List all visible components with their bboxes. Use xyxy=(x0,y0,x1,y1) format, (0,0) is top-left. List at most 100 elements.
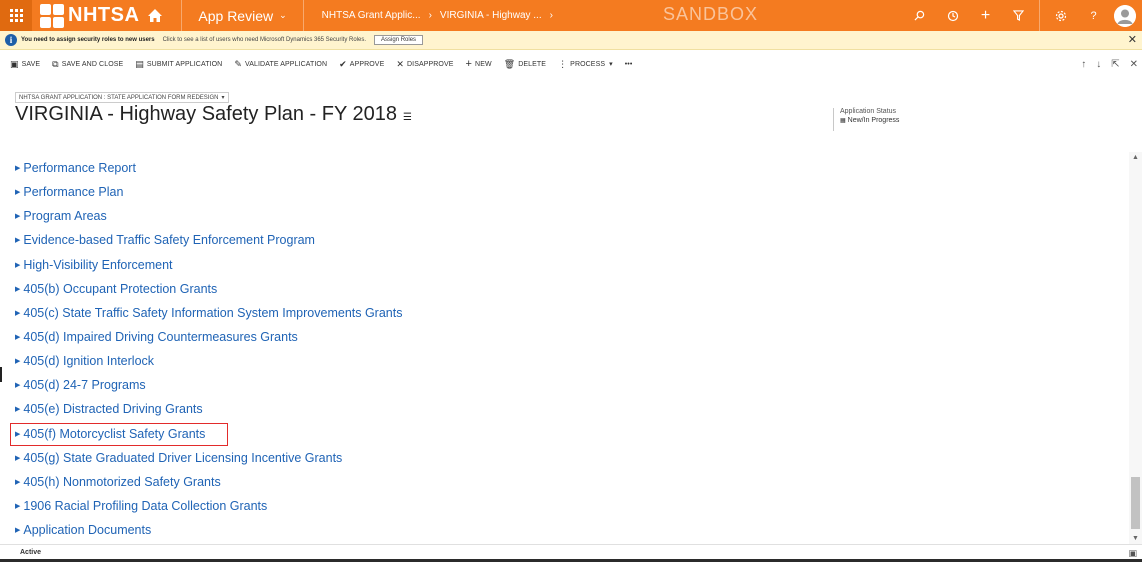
plus-icon[interactable]: + xyxy=(969,0,1002,31)
validate-icon: ✎ xyxy=(234,58,242,69)
record-title-text: VIRGINIA - Highway Safety Plan - FY 2018 xyxy=(15,103,398,125)
section-label: 405(c) State Traffic Safety Information … xyxy=(23,305,403,320)
notification-title: You need to assign security roles to new… xyxy=(21,37,155,43)
section-label: Program Areas xyxy=(23,209,107,224)
pop-out-icon[interactable]: ⇱ xyxy=(1111,59,1119,70)
highlight-box xyxy=(10,422,228,446)
validate-application-button[interactable]: ✎ VALIDATE APPLICATION xyxy=(234,59,327,70)
section-application-documents[interactable]: ▶ Application Documents xyxy=(15,518,1115,542)
chevron-right-icon: › xyxy=(549,10,553,21)
expand-triangle-icon: ▶ xyxy=(15,189,21,197)
save-label: SAVE xyxy=(21,60,41,68)
section-list: ▶ Performance Report ▶ Performance Plan … xyxy=(10,156,1115,542)
save-button[interactable]: ▣ SAVE xyxy=(10,59,40,70)
disapprove-icon: ✕ xyxy=(396,58,404,69)
section-1906[interactable]: ▶ 1906 Racial Profiling Data Collection … xyxy=(15,494,1115,518)
breadcrumb: NHTSA Grant Applic... › VIRGINIA - Highw… xyxy=(314,10,561,21)
chevron-down-icon: ⌄ xyxy=(279,10,287,20)
section-label: Evidence-based Traffic Safety Enforcemen… xyxy=(23,233,315,248)
expand-triangle-icon: ▶ xyxy=(15,285,21,293)
vertical-scrollbar[interactable]: ▲ ▼ xyxy=(1129,152,1142,544)
form-selector-label: NHTSA GRANT APPLICATION : STATE APPLICAT… xyxy=(19,94,219,101)
approve-button[interactable]: ✔ APPROVE xyxy=(339,59,384,70)
save-icon: ▣ xyxy=(10,58,19,69)
notification-bar: i You need to assign security roles to n… xyxy=(0,31,1142,50)
chevron-right-icon: › xyxy=(428,10,432,21)
section-405b[interactable]: ▶ 405(b) Occupant Protection Grants xyxy=(15,277,1115,301)
section-405h[interactable]: ▶ 405(h) Nonmotorized Safety Grants xyxy=(15,470,1115,494)
new-button[interactable]: + NEW xyxy=(466,58,492,70)
expand-triangle-icon: ▶ xyxy=(15,382,21,390)
close-icon[interactable]: ✕ xyxy=(1130,59,1138,70)
environment-label: SANDBOX xyxy=(663,4,759,24)
status-value: ▦ New/In Progress xyxy=(840,117,899,124)
section-405c[interactable]: ▶ 405(c) State Traffic Safety Informatio… xyxy=(15,301,1115,325)
section-performance-report[interactable]: ▶ Performance Report xyxy=(15,156,1115,180)
section-label: Performance Plan xyxy=(23,185,124,200)
section-evidence-based-enforcement[interactable]: ▶ Evidence-based Traffic Safety Enforcem… xyxy=(15,228,1115,252)
section-label: Performance Report xyxy=(23,161,136,176)
section-label: 405(g) State Graduated Driver Licensing … xyxy=(23,450,343,465)
disapprove-label: DISAPPROVE xyxy=(407,60,454,68)
approve-icon: ✔ xyxy=(339,58,347,69)
arrow-down-icon[interactable]: ↓ xyxy=(1096,59,1101,70)
cursor-marker xyxy=(0,367,2,382)
trash-icon: 🗑 xyxy=(503,58,516,69)
save-icon[interactable]: ▣ xyxy=(1128,548,1137,559)
notification-detail[interactable]: Click to see a list of users who need Mi… xyxy=(163,37,366,43)
record-status: Active xyxy=(20,549,42,556)
submit-application-button[interactable]: ▤ SUBMIT APPLICATION xyxy=(135,59,222,70)
process-icon: ⋮ xyxy=(558,58,568,69)
recent-icon[interactable] xyxy=(936,0,969,31)
close-icon[interactable]: ✕ xyxy=(1128,33,1137,46)
submit-icon: ▤ xyxy=(135,58,144,69)
process-button[interactable]: ⋮ PROCESS ▾ xyxy=(558,59,613,70)
section-405d-ignition[interactable]: ▶ 405(d) Ignition Interlock xyxy=(15,349,1115,373)
expand-triangle-icon: ▶ xyxy=(15,165,21,173)
filter-icon[interactable] xyxy=(1002,0,1035,31)
breadcrumb-record[interactable]: VIRGINIA - Highway ... xyxy=(440,10,542,21)
scroll-up-icon[interactable]: ▲ xyxy=(1132,154,1139,161)
section-405g[interactable]: ▶ 405(g) State Graduated Driver Licensin… xyxy=(15,446,1115,470)
section-label: Application Documents xyxy=(23,523,152,538)
title-menu-icon[interactable]: ☰ xyxy=(403,112,412,123)
avatar[interactable] xyxy=(1114,4,1136,27)
section-high-visibility-enforcement[interactable]: ▶ High-Visibility Enforcement xyxy=(15,253,1115,277)
section-performance-plan[interactable]: ▶ Performance Plan xyxy=(15,180,1115,204)
search-icon[interactable] xyxy=(903,0,936,31)
expand-triangle-icon: ▶ xyxy=(15,358,21,366)
breadcrumb-entity[interactable]: NHTSA Grant Applic... xyxy=(322,10,421,21)
assign-roles-button[interactable]: Assign Roles xyxy=(374,35,424,45)
section-405d-impaired[interactable]: ▶ 405(d) Impaired Driving Countermeasure… xyxy=(15,325,1115,349)
expand-triangle-icon: ▶ xyxy=(15,213,21,221)
delete-button[interactable]: 🗑 DELETE xyxy=(504,59,546,70)
new-label: NEW xyxy=(475,60,492,68)
more-commands-button[interactable]: ••• xyxy=(625,61,633,68)
nhtsa-logo[interactable]: NHTSA xyxy=(32,0,171,31)
section-405d-24-7[interactable]: ▶ 405(d) 24-7 Programs xyxy=(15,373,1115,397)
expand-triangle-icon: ▶ xyxy=(15,237,21,245)
page-title: VIRGINIA - Highway Safety Plan - FY 2018… xyxy=(15,103,412,126)
chevron-down-icon: ▾ xyxy=(609,61,613,68)
scrollbar-thumb[interactable] xyxy=(1131,477,1140,529)
save-and-close-button[interactable]: ⧉ SAVE AND CLOSE xyxy=(52,59,123,70)
app-launcher-icon[interactable] xyxy=(0,0,32,31)
section-program-areas[interactable]: ▶ Program Areas xyxy=(15,204,1115,228)
section-405e[interactable]: ▶ 405(e) Distracted Driving Grants xyxy=(15,397,1115,421)
form-selector[interactable]: NHTSA GRANT APPLICATION : STATE APPLICAT… xyxy=(15,92,229,103)
home-icon[interactable] xyxy=(147,8,163,24)
section-405f[interactable]: ▶ 405(f) Motorcyclist Safety Grants xyxy=(10,422,1115,446)
approve-label: APPROVE xyxy=(349,60,385,68)
app-name: App Review xyxy=(198,7,274,24)
arrow-up-icon[interactable]: ↑ xyxy=(1081,59,1086,70)
help-icon[interactable]: ? xyxy=(1077,0,1110,31)
scroll-down-icon[interactable]: ▼ xyxy=(1132,535,1139,542)
expand-triangle-icon: ▶ xyxy=(15,478,21,486)
app-switcher[interactable]: App Review ⌄ xyxy=(192,8,292,24)
section-label: 405(d) 24-7 Programs xyxy=(23,378,146,393)
validate-label: VALIDATE APPLICATION xyxy=(245,60,328,68)
section-label: High-Visibility Enforcement xyxy=(23,257,173,272)
disapprove-button[interactable]: ✕ DISAPPROVE xyxy=(396,59,453,70)
status-value-text: New/In Progress xyxy=(847,117,900,124)
gear-icon[interactable] xyxy=(1044,0,1077,31)
